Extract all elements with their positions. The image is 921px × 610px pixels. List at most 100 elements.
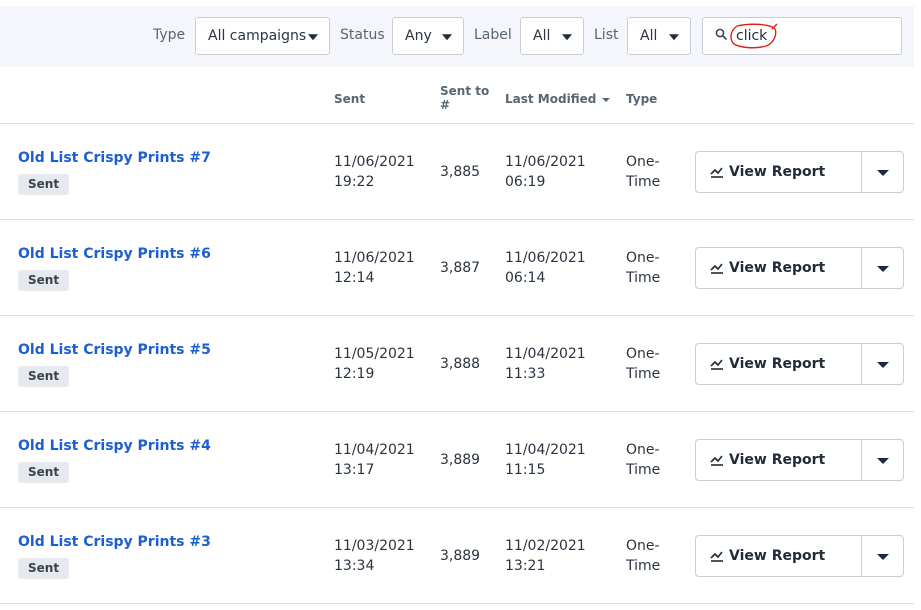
table-row: Old List Crispy Prints #6 Sent 11/06/202… [0,220,914,316]
campaign-name-link[interactable]: Old List Crispy Prints #3 [18,534,211,550]
view-report-button[interactable]: View Report [696,440,861,480]
campaign-type-line2: Time [626,270,661,286]
table-row: Old List Crispy Prints #5 Sent 11/05/202… [0,316,914,412]
modified-datetime: 11/04/2021 11:15 [505,440,586,480]
sent-time: 12:19 [334,366,375,382]
modified-time: 13:21 [505,558,546,574]
table-row: Old List Crispy Prints #7 Sent 11/06/202… [0,124,914,220]
label-filter-label: Label [474,27,512,43]
status-badge: Sent [18,270,70,291]
search-icon [715,28,727,40]
modified-date: 11/06/2021 [505,250,586,266]
sort-caret-icon [602,97,611,102]
column-header-type: Type [626,92,658,106]
line-chart-icon [710,263,723,274]
modified-datetime: 11/04/2021 11:33 [505,344,586,384]
modified-date: 11/06/2021 [505,154,586,170]
status-filter-select[interactable]: Any [392,17,464,55]
more-actions-dropdown[interactable] [862,440,903,480]
modified-datetime: 11/02/2021 13:21 [505,536,586,576]
view-report-label: View Report [729,164,826,180]
status-badge: Sent [18,174,70,195]
line-chart-icon [710,359,723,370]
chevron-down-icon [877,170,889,176]
more-actions-dropdown[interactable] [862,152,903,192]
modified-time: 06:14 [505,270,546,286]
status-filter-label: Status [340,27,385,43]
campaign-type-line2: Time [626,366,661,382]
chevron-down-icon [877,362,889,368]
campaign-name-link[interactable]: Old List Crispy Prints #7 [18,150,211,166]
sent-datetime: 11/03/2021 13:34 [334,536,415,576]
modified-time: 11:15 [505,462,546,478]
campaign-type-line2: Time [626,462,661,478]
campaign-type-line1: One- [626,154,660,170]
modified-date: 11/04/2021 [505,346,586,362]
sent-date: 11/06/2021 [334,154,415,170]
chevron-down-icon [877,266,889,272]
chevron-down-icon [442,34,452,41]
more-actions-dropdown[interactable] [862,344,903,384]
campaign-type-line1: One- [626,346,660,362]
sent-datetime: 11/06/2021 12:14 [334,248,415,288]
campaign-type-line1: One- [626,442,660,458]
line-chart-icon [710,455,723,466]
campaign-type-line1: One- [626,250,660,266]
view-report-button[interactable]: View Report [696,344,861,384]
status-filter-value: Any [405,28,432,44]
list-filter-value: All [640,28,658,44]
chevron-down-icon [562,34,572,41]
view-report-split-button: View Report [695,247,904,289]
status-badge: Sent [18,558,70,579]
modified-datetime: 11/06/2021 06:14 [505,248,586,288]
type-filter-select[interactable]: All campaigns [195,17,330,55]
view-report-split-button: View Report [695,151,904,193]
sent-time: 19:22 [334,174,375,190]
campaign-type-line1: One- [626,538,660,554]
red-circle-annotation [730,23,778,49]
campaign-name-link[interactable]: Old List Crispy Prints #5 [18,342,211,358]
modified-time: 11:33 [505,366,546,382]
column-header-last-modified[interactable]: Last Modified [505,92,611,106]
view-report-label: View Report [729,260,826,276]
view-report-button[interactable]: View Report [696,152,861,192]
campaign-name-link[interactable]: Old List Crispy Prints #4 [18,438,211,454]
column-header-sent: Sent [334,92,366,106]
line-chart-icon [710,167,723,178]
campaign-type: One- Time [626,440,660,480]
view-report-label: View Report [729,452,826,468]
sent-to-count: 3,888 [440,356,481,372]
sent-to-count: 3,889 [440,548,481,564]
sent-to-count: 3,887 [440,260,481,276]
filter-bar: Type All campaigns Status Any Label All … [0,6,914,67]
view-report-button[interactable]: View Report [696,536,861,576]
status-badge: Sent [18,462,70,483]
column-header-last-modified-label: Last Modified [505,92,597,106]
campaign-name-link[interactable]: Old List Crispy Prints #6 [18,246,211,262]
table-row: Old List Crispy Prints #4 Sent 11/04/202… [0,412,914,508]
more-actions-dropdown[interactable] [862,536,903,576]
modified-time: 06:19 [505,174,546,190]
label-filter-value: All [533,28,551,44]
type-filter-value: All campaigns [208,28,307,44]
sent-to-count: 3,885 [440,164,481,180]
search-input[interactable]: click [702,17,902,55]
view-report-button[interactable]: View Report [696,248,861,288]
sent-date: 11/05/2021 [334,346,415,362]
campaign-type-line2: Time [626,558,661,574]
more-actions-dropdown[interactable] [862,248,903,288]
campaign-type-line2: Time [626,174,661,190]
list-filter-select[interactable]: All [627,17,691,55]
sent-date: 11/06/2021 [334,250,415,266]
view-report-split-button: View Report [695,343,904,385]
sent-datetime: 11/06/2021 19:22 [334,152,415,192]
table-row: Old List Crispy Prints #3 Sent 11/03/202… [0,508,914,604]
sent-date: 11/04/2021 [334,442,415,458]
label-filter-select[interactable]: All [520,17,584,55]
campaign-type: One- Time [626,344,660,384]
sent-datetime: 11/05/2021 12:19 [334,344,415,384]
chevron-down-icon [308,34,318,41]
sent-to-count: 3,889 [440,452,481,468]
status-badge: Sent [18,366,70,387]
chevron-down-icon [669,34,679,41]
